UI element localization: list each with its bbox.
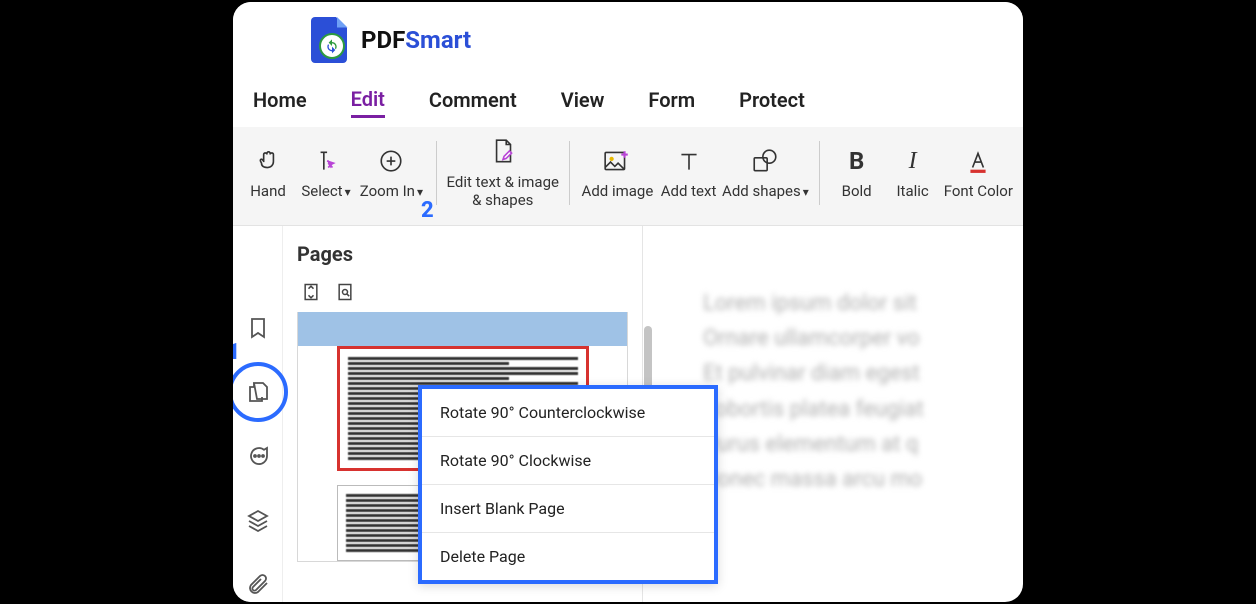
edit-page-icon	[490, 137, 516, 167]
tool-italic[interactable]: I Italic	[888, 144, 938, 202]
separator	[436, 141, 437, 205]
brand-name: PDFSmart	[361, 26, 471, 54]
document-text: Lorem ipsum dolor sit Ornare ullamcorper…	[703, 286, 1023, 497]
tool-hand[interactable]: Hand	[243, 144, 293, 202]
font-color-icon	[965, 146, 991, 176]
add-image-icon	[603, 148, 631, 174]
annotation-step-2: 2	[421, 198, 434, 223]
tool-add-shapes[interactable]: Add shapes	[724, 144, 807, 202]
menu-comment[interactable]: Comment	[429, 88, 517, 116]
tool-zoom-in[interactable]: Zoom In	[359, 144, 424, 202]
menu-protect[interactable]: Protect	[739, 88, 805, 116]
ctx-rotate-cw[interactable]: Rotate 90° Clockwise	[422, 437, 714, 485]
layers-icon[interactable]	[246, 508, 270, 532]
pages-panel: Pages	[283, 226, 643, 602]
menu-view[interactable]: View	[561, 88, 605, 116]
menu-home[interactable]: Home	[253, 88, 307, 116]
refresh-icon	[324, 38, 340, 54]
menubar: Home Edit Comment View Form Protect	[233, 77, 1023, 127]
comments-icon[interactable]	[246, 444, 270, 468]
pages-icon[interactable]: 1	[246, 380, 270, 404]
left-rail: 1	[233, 226, 283, 602]
separator	[569, 141, 570, 205]
ctx-insert-blank[interactable]: Insert Blank Page	[422, 485, 714, 533]
tool-select[interactable]: Select	[299, 144, 353, 202]
workspace: 1 Pages	[233, 226, 1023, 602]
tool-bold[interactable]: B Bold	[832, 144, 882, 202]
select-icon	[313, 148, 339, 174]
bookmark-icon[interactable]	[246, 316, 270, 340]
tool-add-text[interactable]: Add text	[659, 144, 718, 202]
tool-edit-text-image-shapes[interactable]: Edit text & image & shapes	[448, 135, 557, 211]
hand-icon	[255, 148, 281, 174]
tool-font-color[interactable]: Font Color	[944, 144, 1013, 202]
menu-edit[interactable]: Edit	[351, 87, 385, 118]
context-menu: Rotate 90° Counterclockwise Rotate 90° C…	[418, 385, 718, 584]
italic-icon: I	[909, 146, 917, 176]
pages-panel-title: Pages	[297, 242, 628, 266]
add-text-icon	[676, 148, 702, 174]
zoom-in-icon	[378, 148, 404, 174]
add-shapes-icon	[751, 148, 779, 174]
attachment-icon[interactable]	[246, 572, 270, 596]
annotation-ring-1	[233, 362, 288, 422]
ctx-rotate-ccw[interactable]: Rotate 90° Counterclockwise	[422, 389, 714, 437]
toolbar: Hand Select Zoom In	[233, 127, 1023, 226]
pages-panel-tools	[297, 282, 628, 302]
annotation-step-1: 1	[233, 340, 240, 365]
titlebar: PDFSmart	[233, 2, 1023, 77]
page-zoom-icon[interactable]	[335, 282, 355, 302]
page-fit-icon[interactable]	[301, 282, 321, 302]
menu-form[interactable]: Form	[648, 88, 695, 116]
thumbnail-selection-bar	[298, 312, 627, 346]
app-logo	[311, 17, 351, 63]
bold-icon: B	[849, 146, 864, 176]
app-window: PDFSmart Home Edit Comment View Form Pro…	[233, 2, 1023, 602]
ctx-delete-page[interactable]: Delete Page	[422, 533, 714, 580]
tool-add-image[interactable]: Add image	[582, 144, 653, 202]
separator	[819, 141, 820, 205]
